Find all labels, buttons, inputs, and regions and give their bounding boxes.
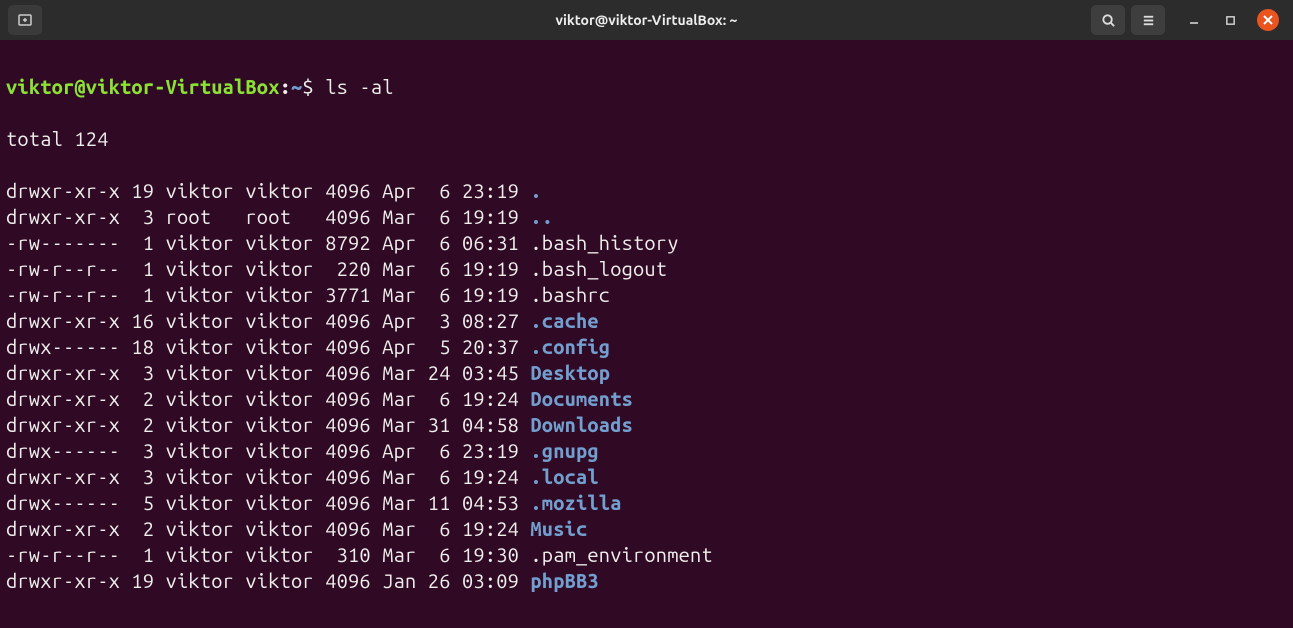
prompt-path: ~ xyxy=(291,75,302,98)
listing-row: -rw-r--r-- 1 viktor viktor 310 Mar 6 19:… xyxy=(6,542,1287,568)
file-listing: drwxr-xr-x 19 viktor viktor 4096 Apr 6 2… xyxy=(6,178,1287,594)
file-name: .. xyxy=(530,205,553,228)
listing-row: drwxr-xr-x 19 viktor viktor 4096 Jan 26 … xyxy=(6,568,1287,594)
prompt-symbol: $ xyxy=(302,75,313,98)
menu-button[interactable] xyxy=(1131,5,1165,35)
file-name: . xyxy=(530,179,541,202)
file-meta: drwx------ 3 viktor viktor 4096 Apr 6 23… xyxy=(6,439,530,462)
file-name: .local xyxy=(530,465,598,488)
new-tab-button[interactable] xyxy=(8,5,42,35)
file-name: Downloads xyxy=(530,413,633,436)
prompt-line: viktor@viktor-VirtualBox:~$ ls -al xyxy=(6,74,1287,100)
file-meta: -rw-r--r-- 1 viktor viktor 3771 Mar 6 19… xyxy=(6,283,530,306)
minimize-button[interactable] xyxy=(1185,11,1203,29)
file-meta: -rw-r--r-- 1 viktor viktor 310 Mar 6 19:… xyxy=(6,543,530,566)
file-name: phpBB3 xyxy=(530,569,598,592)
file-name: .cache xyxy=(530,309,598,332)
file-meta: drwxr-xr-x 16 viktor viktor 4096 Apr 3 0… xyxy=(6,309,530,332)
listing-row: drwxr-xr-x 3 viktor viktor 4096 Mar 6 19… xyxy=(6,464,1287,490)
window-title: viktor@viktor-VirtualBox: ~ xyxy=(556,12,738,28)
file-meta: drwxr-xr-x 19 viktor viktor 4096 Jan 26 … xyxy=(6,569,530,592)
file-meta: drwxr-xr-x 3 viktor viktor 4096 Mar 6 19… xyxy=(6,465,530,488)
file-meta: drwxr-xr-x 2 viktor viktor 4096 Mar 6 19… xyxy=(6,517,530,540)
file-name: .pam_environment xyxy=(530,543,712,566)
listing-row: drwxr-xr-x 3 root root 4096 Mar 6 19:19 … xyxy=(6,204,1287,230)
file-meta: drwx------ 18 viktor viktor 4096 Apr 5 2… xyxy=(6,335,530,358)
listing-row: -rw------- 1 viktor viktor 8792 Apr 6 06… xyxy=(6,230,1287,256)
file-name: .mozilla xyxy=(530,491,621,514)
listing-row: drwx------ 18 viktor viktor 4096 Apr 5 2… xyxy=(6,334,1287,360)
listing-row: drwxr-xr-x 3 viktor viktor 4096 Mar 24 0… xyxy=(6,360,1287,386)
file-meta: drwxr-xr-x 2 viktor viktor 4096 Mar 31 0… xyxy=(6,413,530,436)
file-name: .gnupg xyxy=(530,439,598,462)
terminal-content[interactable]: viktor@viktor-VirtualBox:~$ ls -al total… xyxy=(0,40,1293,628)
search-button[interactable] xyxy=(1091,5,1125,35)
command-text: ls -al xyxy=(325,75,393,98)
file-name: Desktop xyxy=(530,361,610,384)
total-line: total 124 xyxy=(6,126,1287,152)
file-name: Documents xyxy=(530,387,633,410)
window-titlebar: viktor@viktor-VirtualBox: ~ xyxy=(0,0,1293,40)
file-meta: drwxr-xr-x 3 root root 4096 Mar 6 19:19 xyxy=(6,205,530,228)
file-meta: -rw-r--r-- 1 viktor viktor 220 Mar 6 19:… xyxy=(6,257,530,280)
file-name: .bash_logout xyxy=(530,257,667,280)
listing-row: -rw-r--r-- 1 viktor viktor 220 Mar 6 19:… xyxy=(6,256,1287,282)
close-button[interactable] xyxy=(1257,9,1279,31)
titlebar-left xyxy=(8,5,42,35)
file-meta: drwxr-xr-x 2 viktor viktor 4096 Mar 6 19… xyxy=(6,387,530,410)
file-meta: -rw------- 1 viktor viktor 8792 Apr 6 06… xyxy=(6,231,530,254)
file-name: .bash_history xyxy=(530,231,678,254)
listing-row: drwx------ 3 viktor viktor 4096 Apr 6 23… xyxy=(6,438,1287,464)
prompt-user-host: viktor@viktor-VirtualBox xyxy=(6,75,280,98)
file-meta: drwxr-xr-x 3 viktor viktor 4096 Mar 24 0… xyxy=(6,361,530,384)
window-controls xyxy=(1185,9,1279,31)
file-meta: drwxr-xr-x 19 viktor viktor 4096 Apr 6 2… xyxy=(6,179,530,202)
maximize-button[interactable] xyxy=(1221,11,1239,29)
listing-row: drwx------ 5 viktor viktor 4096 Mar 11 0… xyxy=(6,490,1287,516)
listing-row: drwxr-xr-x 2 viktor viktor 4096 Mar 31 0… xyxy=(6,412,1287,438)
file-name: .bashrc xyxy=(530,283,610,306)
prompt-colon: : xyxy=(280,75,291,98)
listing-row: drwxr-xr-x 16 viktor viktor 4096 Apr 3 0… xyxy=(6,308,1287,334)
titlebar-right xyxy=(1091,5,1285,35)
listing-row: drwxr-xr-x 2 viktor viktor 4096 Mar 6 19… xyxy=(6,386,1287,412)
listing-row: drwxr-xr-x 2 viktor viktor 4096 Mar 6 19… xyxy=(6,516,1287,542)
listing-row: -rw-r--r-- 1 viktor viktor 3771 Mar 6 19… xyxy=(6,282,1287,308)
file-name: Music xyxy=(530,517,587,540)
file-meta: drwx------ 5 viktor viktor 4096 Mar 11 0… xyxy=(6,491,530,514)
file-name: .config xyxy=(530,335,610,358)
listing-row: drwxr-xr-x 19 viktor viktor 4096 Apr 6 2… xyxy=(6,178,1287,204)
